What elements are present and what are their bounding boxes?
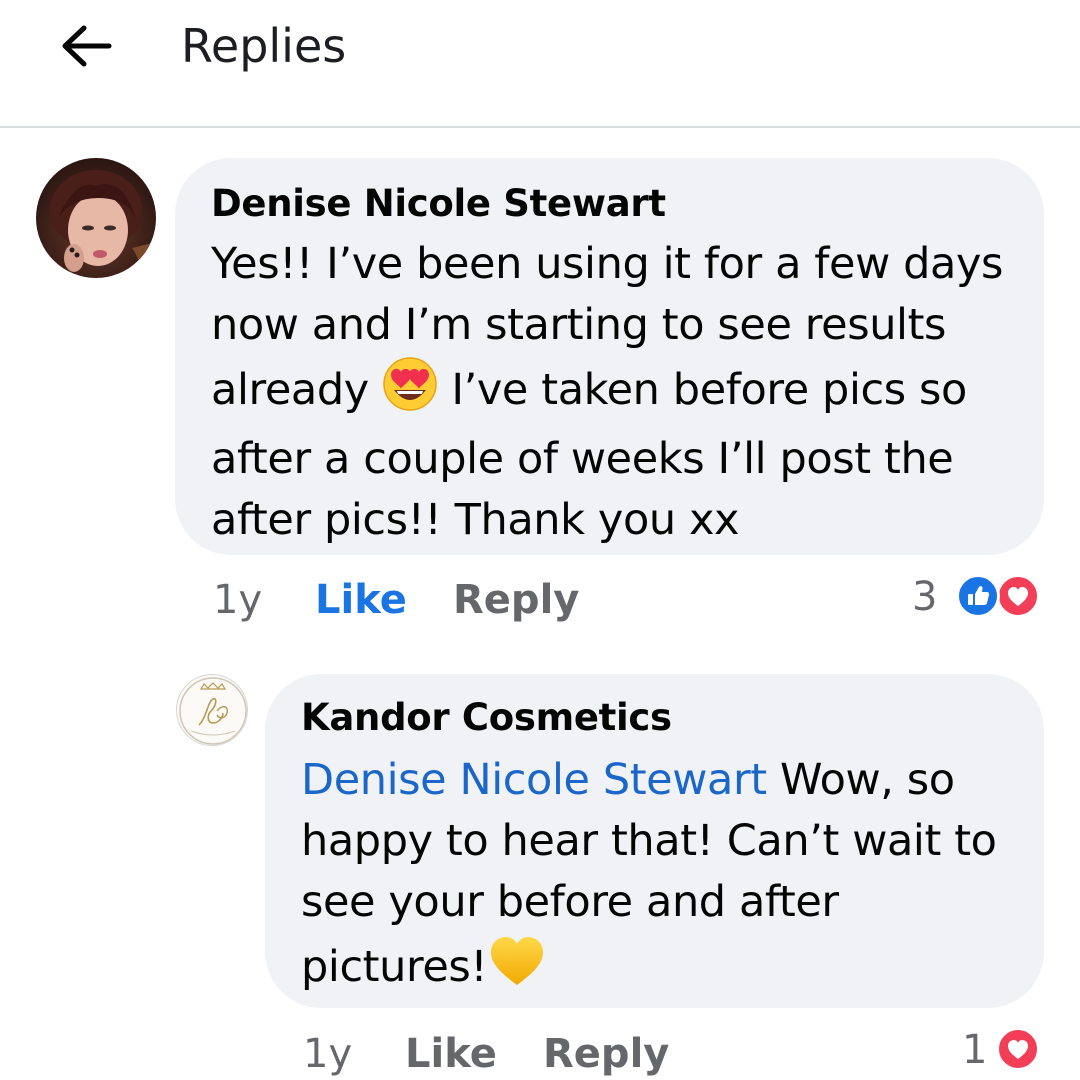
comment-text-line: now and I’m starting to see results xyxy=(211,300,947,350)
comment-text-line: see your before and after xyxy=(301,877,839,927)
reaction-count[interactable]: 3 xyxy=(912,573,937,621)
comment-text-line: after pics!! Thank you xx xyxy=(211,495,740,545)
comment-author[interactable]: Denise Nicole Stewart xyxy=(211,182,666,226)
reply-button[interactable]: Reply xyxy=(543,1030,669,1078)
comment-text-line: Yes!! I’ve been using it for a few days xyxy=(211,239,1004,289)
comment-timestamp: 1y xyxy=(213,577,263,623)
like-button[interactable]: Like xyxy=(405,1030,497,1078)
avatar[interactable] xyxy=(36,158,156,278)
like-reaction-icon xyxy=(956,574,1000,618)
like-button[interactable]: Like xyxy=(315,576,407,624)
love-reaction-icon xyxy=(996,1027,1040,1071)
comment-bubble: Denise Nicole Stewart Yes!! I’ve been us… xyxy=(175,158,1044,555)
comment-author[interactable]: Kandor Cosmetics xyxy=(301,696,672,740)
back-button[interactable] xyxy=(56,18,116,74)
comment-text-fragment: Wow, so xyxy=(766,755,955,805)
reply-button[interactable]: Reply xyxy=(453,576,579,624)
reaction-count[interactable]: 1 xyxy=(962,1026,987,1074)
comment-timestamp: 1y xyxy=(303,1031,353,1077)
arrow-left-icon xyxy=(62,25,112,67)
page-title: Replies xyxy=(181,19,347,73)
yellow-heart-emoji xyxy=(487,933,547,1006)
comment-text: Denise Nicole Stewart Wow, so happy to h… xyxy=(301,750,1021,1006)
profile-photo xyxy=(36,158,156,278)
love-reaction-icon xyxy=(996,574,1040,618)
comment-text-fragment: I’ve taken before pics so xyxy=(438,365,967,415)
comment-bubble: Kandor Cosmetics Denise Nicole Stewart W… xyxy=(265,674,1044,1008)
heart-eyes-emoji xyxy=(382,356,438,429)
comment-text-line: happy to hear that! Can’t wait to xyxy=(301,816,997,866)
comment-text-line: Denise Nicole Stewart Wow, so xyxy=(301,750,1021,811)
avatar[interactable] xyxy=(176,674,248,746)
comment-text: Yes!! I’ve been using it for a few days … xyxy=(211,234,1011,551)
comment-text-fragment: pictures! xyxy=(301,942,488,992)
comment-text-line: already I’ve taken before pics so xyxy=(211,356,1011,429)
top-bar: Replies xyxy=(0,0,1080,128)
comment-text-fragment: already xyxy=(211,365,369,415)
comment-text-line: pictures! xyxy=(301,933,1021,1006)
comment-text-line: after a couple of weeks I’ll post the xyxy=(211,434,954,484)
mention-link[interactable]: Denise Nicole Stewart xyxy=(301,755,767,805)
brand-logo xyxy=(179,677,247,745)
